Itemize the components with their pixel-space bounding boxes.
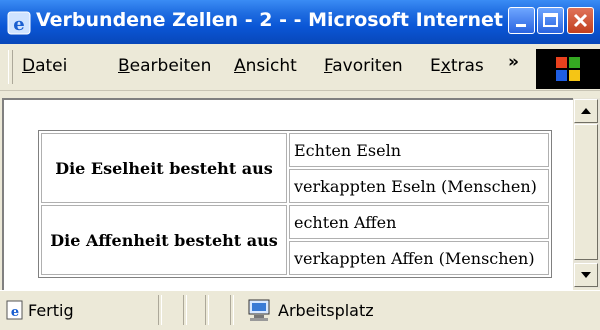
close-button[interactable]: [567, 7, 594, 34]
page-icon: e: [6, 300, 23, 320]
svg-text:e: e: [13, 14, 24, 35]
windows-logo-icon: [556, 57, 580, 81]
menu-grip[interactable]: [8, 50, 13, 84]
table-cell: verkappten Eseln (Menschen): [289, 169, 549, 203]
status-separator: [158, 295, 162, 325]
scroll-down-icon: [581, 272, 591, 278]
computer-icon: [248, 299, 270, 321]
minimize-button[interactable]: [508, 7, 535, 34]
table-cell: Echten Eseln: [289, 133, 549, 167]
table-cell: echten Affen: [289, 205, 549, 239]
status-separator: [230, 295, 234, 325]
table-row: Die Eselheit besteht aus Echten Eseln: [41, 133, 549, 203]
menu-datei[interactable]: Datei: [22, 56, 67, 76]
menu-extras[interactable]: Extras: [430, 56, 484, 76]
status-separator: [183, 295, 187, 325]
maximize-icon: [543, 13, 558, 27]
close-icon: [573, 13, 588, 28]
menu-bearbeiten[interactable]: Bearbeiten: [118, 56, 211, 76]
table-cell: verkappten Affen (Menschen): [289, 241, 549, 275]
browser-window: e Verbundene Zellen - 2 - - Microsoft In…: [0, 0, 600, 330]
merged-cells-table: Die Eselheit besteht aus Echten Eseln ve…: [38, 130, 552, 278]
table-row: Die Affenheit besteht aus echten Affen: [41, 205, 549, 275]
scroll-down-button[interactable]: [574, 263, 598, 287]
svg-text:e: e: [11, 305, 19, 320]
group-header-esel: Die Eselheit besteht aus: [41, 133, 287, 203]
windows-logo-throbber: [536, 49, 600, 89]
vertical-scrollbar[interactable]: [573, 98, 600, 288]
scroll-thumb[interactable]: [574, 124, 598, 260]
window-title: Verbundene Zellen - 2 - - Microsoft Inte…: [36, 9, 504, 31]
menu-overflow-chevron[interactable]: »: [508, 52, 519, 72]
status-bar: e Fertig Arbeitsplatz: [0, 290, 600, 330]
ie-icon: e: [7, 11, 31, 35]
menu-bar: Datei Bearbeiten Ansicht Favoriten Extra…: [0, 44, 600, 91]
minimize-icon: [516, 24, 526, 27]
scroll-up-icon: [581, 108, 591, 114]
menu-ansicht[interactable]: Ansicht: [234, 56, 297, 76]
status-separator: [205, 295, 209, 325]
maximize-button[interactable]: [537, 7, 564, 34]
menu-favoriten[interactable]: Favoriten: [324, 56, 403, 76]
title-bar[interactable]: e Verbundene Zellen - 2 - - Microsoft In…: [0, 0, 600, 44]
status-zone-text: Arbeitsplatz: [278, 301, 374, 320]
status-text: Fertig: [28, 301, 74, 320]
scroll-up-button[interactable]: [574, 99, 598, 123]
group-header-affen: Die Affenheit besteht aus: [41, 205, 287, 275]
